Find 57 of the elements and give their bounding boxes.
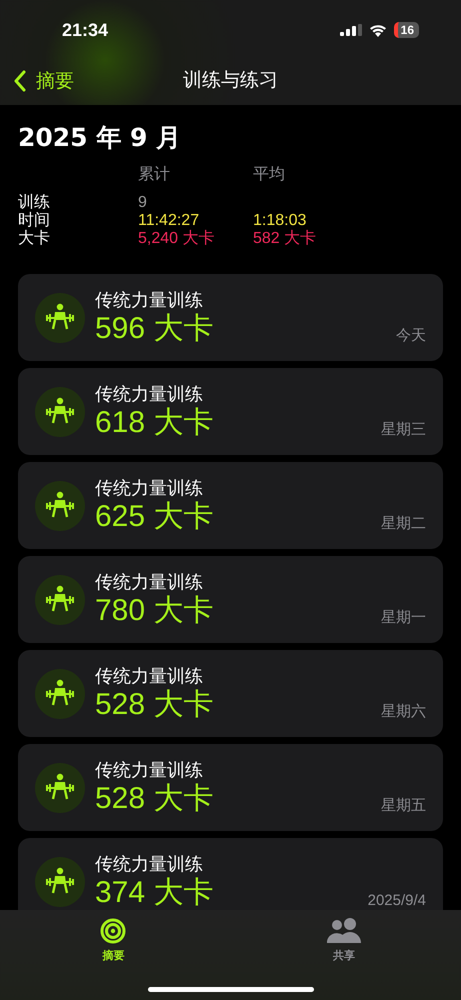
- stat-value: 9: [138, 194, 148, 212]
- stat-label: 时间: [18, 212, 51, 230]
- column-header: 平均: [253, 166, 286, 184]
- weightlifter-icon: [35, 386, 85, 436]
- workout-date: 星期五: [381, 796, 426, 815]
- workout-card[interactable]: 传统力量训练 618 大卡 星期三: [18, 368, 443, 455]
- workout-date: 星期一: [381, 608, 426, 627]
- workout-card[interactable]: 传统力量训练 528 大卡 星期六: [18, 650, 443, 737]
- calories: 625 大卡: [95, 498, 214, 534]
- rings-icon: [100, 918, 126, 944]
- weightlifter-icon: [35, 480, 85, 530]
- workout-card[interactable]: 传统力量训练 625 大卡 星期二: [18, 462, 443, 549]
- status-time: 21:34: [62, 20, 108, 40]
- workout-card[interactable]: 传统力量训练 528 大卡 星期五: [18, 744, 443, 831]
- chevron-left-icon: [14, 70, 26, 92]
- workout-card[interactable]: 传统力量训练 780 大卡 星期一: [18, 556, 443, 643]
- tab[interactable]: 共享: [316, 918, 371, 970]
- tab[interactable]: 摘要: [90, 918, 136, 970]
- workout-date: 星期三: [381, 420, 426, 439]
- calories: 780 大卡: [95, 592, 214, 628]
- workout-date: 2025/9/4: [368, 892, 426, 909]
- workout-date: 星期二: [381, 514, 426, 533]
- battery-icon: 16: [394, 22, 419, 38]
- back-button[interactable]: 摘要: [14, 68, 74, 94]
- screen-title: 训练与练习: [183, 69, 278, 93]
- stat-label: 大卡: [18, 230, 51, 248]
- column-header: 累计: [138, 166, 171, 184]
- workout-name: 传统力量训练: [95, 758, 204, 780]
- calories: 528 大卡: [95, 780, 214, 816]
- stat-value: 1:18:03: [253, 212, 308, 230]
- stat-value: 5,240 大卡: [138, 230, 216, 248]
- month-heading: 2025 年 9 月: [18, 122, 182, 154]
- workout-card[interactable]: 传统力量训练 374 大卡 2025/9/4: [18, 838, 443, 910]
- weightlifter-icon: [35, 292, 85, 342]
- weightlifter-icon: [35, 574, 85, 624]
- weightlifter-icon: [35, 762, 85, 812]
- workout-name: 传统力量训练: [95, 288, 204, 310]
- calories: 596 大卡: [95, 310, 214, 346]
- people-icon: [326, 918, 361, 944]
- stat-value: 11:42:27: [138, 212, 200, 230]
- workout-name: 传统力量训练: [95, 476, 204, 498]
- stat-label: 训练: [18, 194, 51, 212]
- weightlifter-icon: [35, 668, 85, 718]
- workout-card[interactable]: 传统力量训练 596 大卡 今天: [18, 274, 443, 361]
- weightlifter-icon: [35, 856, 85, 906]
- workout-name: 传统力量训练: [95, 664, 204, 686]
- wifi-icon: [368, 24, 387, 36]
- signal-icon: [340, 24, 362, 36]
- workout-name: 传统力量训练: [95, 382, 204, 404]
- workout-date: 今天: [396, 326, 426, 345]
- workout-date: 星期六: [381, 702, 426, 721]
- workout-name: 传统力量训练: [95, 852, 204, 874]
- calories: 528 大卡: [95, 686, 214, 722]
- workout-name: 传统力量训练: [95, 570, 204, 592]
- stat-value: 582 大卡: [253, 230, 318, 248]
- calories: 618 大卡: [95, 404, 214, 440]
- calories: 374 大卡: [95, 874, 214, 910]
